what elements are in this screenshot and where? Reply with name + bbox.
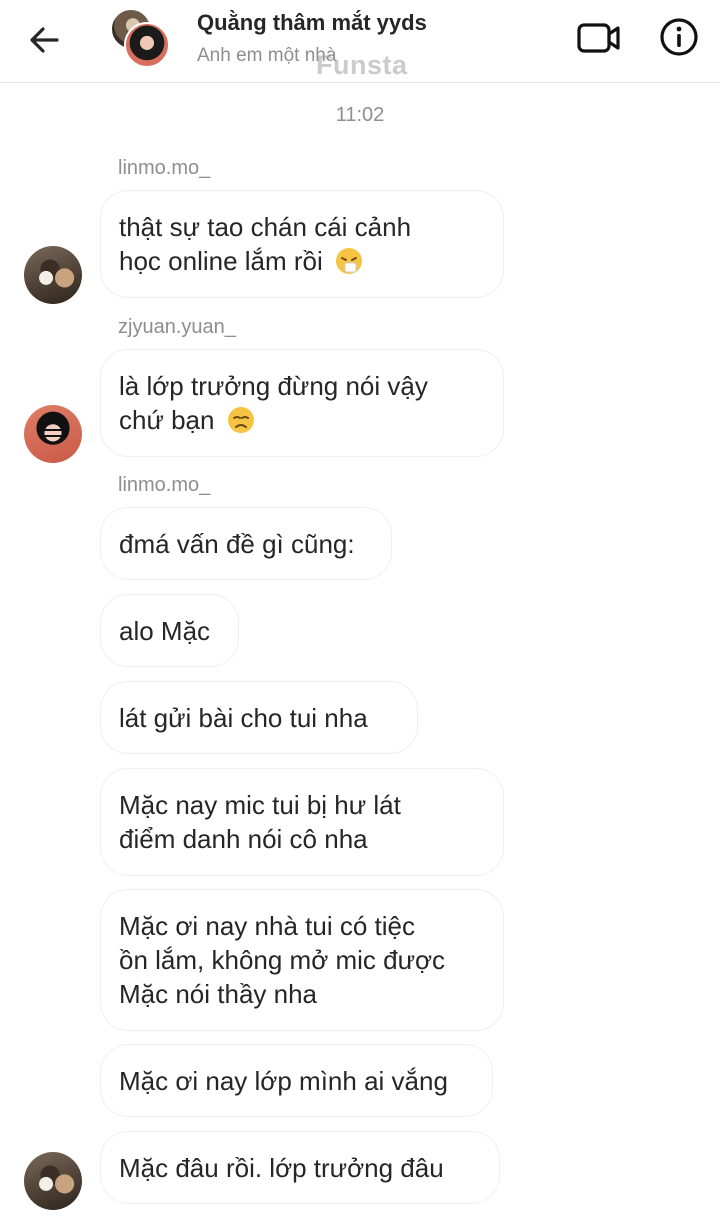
arrow-left-icon: [30, 27, 59, 53]
sender-name: linmo.mo_: [118, 474, 211, 496]
message-bubble[interactable]: lát gửi bài cho tui nha: [100, 681, 418, 754]
message-line: alo Mặc: [119, 615, 211, 646]
message-line: lát gửi bài cho tui nha: [119, 702, 368, 733]
message-bubble[interactable]: alo Mặc: [100, 594, 239, 667]
message-line: là lớp trưởng đừng nói vậy: [119, 371, 428, 401]
avatar[interactable]: [24, 246, 82, 304]
chat-header: Quằng thâm mắt yyds Anh em một nhà Funst…: [0, 0, 720, 83]
chat-screen: Quằng thâm mắt yyds Anh em một nhà Funst…: [0, 0, 720, 1225]
back-button[interactable]: [24, 20, 64, 60]
message-line: đmá vấn đề gì cũng:: [119, 528, 355, 559]
sneezing-face-icon: [336, 248, 363, 274]
message-line-with-emoji: học online lắm rồi: [119, 244, 411, 278]
info-button[interactable]: [656, 14, 702, 60]
chat-title[interactable]: Quằng thâm mắt yyds: [197, 10, 427, 36]
group-avatar[interactable]: [108, 8, 170, 68]
message-line: Mặc đâu rồi. lớp trưởng đâu: [119, 1152, 444, 1183]
sender-name: linmo.mo_: [118, 157, 211, 179]
message-line: Mặc nói thầy nha: [119, 979, 318, 1009]
message-timestamp: 11:02: [335, 104, 385, 126]
glasses-detail: [38, 429, 68, 437]
message-bubble[interactable]: Mặc đâu rồi. lớp trưởng đâu: [100, 1131, 500, 1204]
message-line: Mặc ơi nay lớp mình ai vắng: [119, 1065, 448, 1096]
avatar[interactable]: [24, 405, 82, 463]
message-bubble[interactable]: thật sự tao chán cái cảnh học online lắm…: [100, 190, 504, 298]
info-circle-icon: [660, 18, 698, 56]
message-line: điểm danh nói cô nha: [119, 824, 368, 854]
video-camera-icon: [577, 23, 620, 53]
video-call-button[interactable]: [574, 16, 624, 60]
message-bubble[interactable]: đmá vấn đề gì cũng:: [100, 507, 392, 580]
message-bubble[interactable]: Mặc ơi nay nhà tui có tiệc ồn lắm, không…: [100, 889, 504, 1031]
message-line: Mặc nay mic tui bị hư lát: [119, 790, 401, 820]
watermark: Funsta: [316, 50, 408, 80]
disappointed-face-icon: [227, 407, 254, 433]
message-line: học online lắm rồi: [119, 246, 323, 276]
sender-name: zjyuan.yuan_: [118, 316, 236, 338]
message-bubble[interactable]: là lớp trưởng đừng nói vậy chứ bạn: [100, 349, 504, 457]
message-line: chứ bạn: [119, 405, 215, 435]
message-line-with-emoji: chứ bạn: [119, 403, 428, 437]
message-line: ồn lắm, không mở mic được: [119, 945, 446, 975]
message-bubble[interactable]: Mặc ơi nay lớp mình ai vắng: [100, 1044, 493, 1117]
group-avatar-member-2: [124, 22, 170, 68]
avatar[interactable]: [24, 1152, 82, 1210]
message-line: thật sự tao chán cái cảnh: [119, 212, 412, 242]
message-line: Mặc ơi nay nhà tui có tiệc: [119, 911, 415, 941]
message-bubble[interactable]: Mặc nay mic tui bị hư lát điểm danh nói …: [100, 768, 504, 876]
